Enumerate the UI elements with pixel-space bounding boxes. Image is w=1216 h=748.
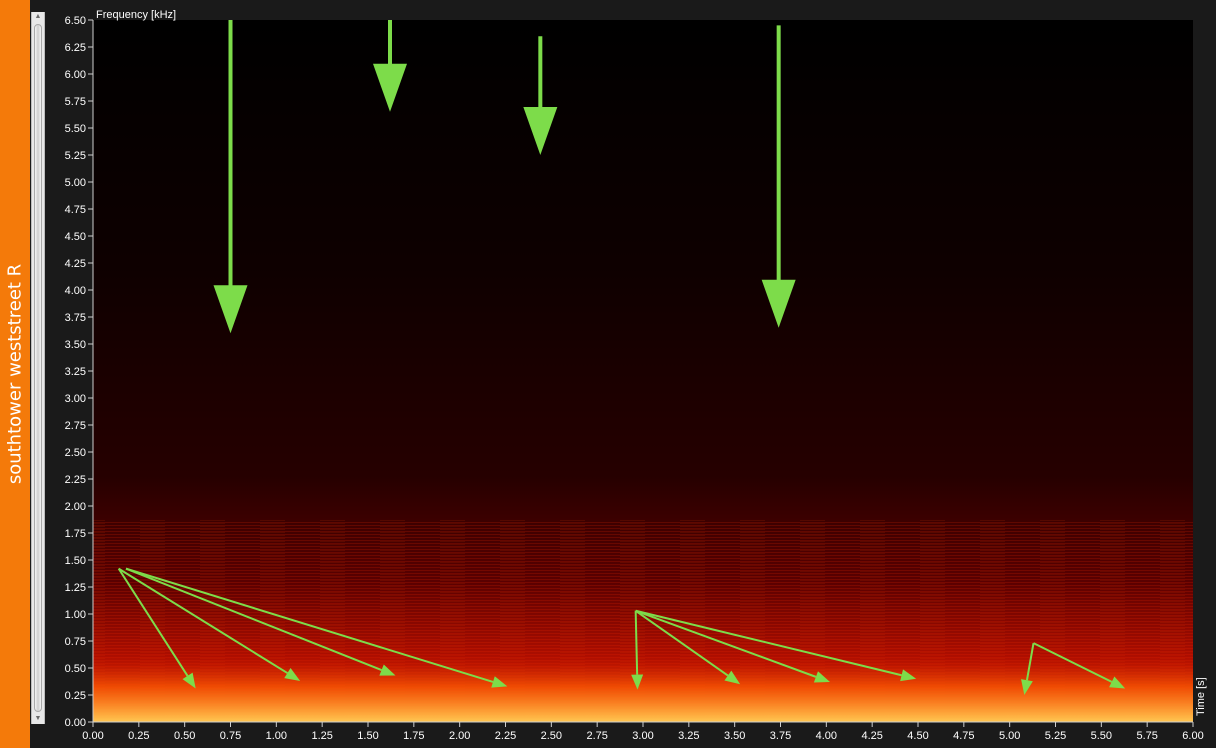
y-tick-label: 2.00 xyxy=(65,501,86,513)
y-tick-label: 1.50 xyxy=(65,555,86,567)
y-tick-label: 5.25 xyxy=(65,150,86,162)
y-tick-label: 2.75 xyxy=(65,420,86,432)
y-tick-label: 0.75 xyxy=(65,636,86,648)
x-tick-label: 0.75 xyxy=(220,730,241,742)
y-tick-label: 3.00 xyxy=(65,393,86,405)
x-tick-label: 5.00 xyxy=(999,730,1020,742)
y-axis: 0.00 0.25 0.50 0.75 1.00 1.25 1.50 1.75 2.00 2.25… xyxy=(65,15,93,729)
x-tick-label: 0.50 xyxy=(174,730,195,742)
x-tick-label: 1.50 xyxy=(357,730,378,742)
y-tick-label: 1.25 xyxy=(65,582,86,594)
y-tick-label: 3.25 xyxy=(65,366,86,378)
x-tick-label: 4.50 xyxy=(907,730,928,742)
x-tick-label: 3.25 xyxy=(678,730,699,742)
y-tick-label: 2.25 xyxy=(65,474,86,486)
x-tick-label: 2.75 xyxy=(586,730,607,742)
x-tick-label: 4.00 xyxy=(816,730,837,742)
x-tick-label: 4.75 xyxy=(953,730,974,742)
y-tick-label: 0.25 xyxy=(65,690,86,702)
y-tick-label: 4.25 xyxy=(65,258,86,270)
y-tick-label: 4.50 xyxy=(65,231,86,243)
y-tick-label: 5.75 xyxy=(65,96,86,108)
y-tick-label: 1.00 xyxy=(65,609,86,621)
x-tick-label: 1.00 xyxy=(266,730,287,742)
y-tick-label: 0.00 xyxy=(65,717,86,729)
x-tick-label: 1.25 xyxy=(311,730,332,742)
x-tick-label: 0.25 xyxy=(128,730,149,742)
x-tick-label: 3.75 xyxy=(770,730,791,742)
x-tick-label: 4.25 xyxy=(861,730,882,742)
x-tick-label: 5.50 xyxy=(1091,730,1112,742)
y-tick-label: 5.50 xyxy=(65,123,86,135)
y-tick-label: 2.50 xyxy=(65,447,86,459)
y-tick-label: 4.00 xyxy=(65,285,86,297)
y-tick-label: 3.50 xyxy=(65,339,86,351)
x-tick-label: 6.00 xyxy=(1182,730,1203,742)
y-tick-label: 4.75 xyxy=(65,204,86,216)
x-tick-label: 3.50 xyxy=(724,730,745,742)
x-tick-label: 2.00 xyxy=(449,730,470,742)
x-axis-title: Time [s] xyxy=(1195,677,1207,716)
x-tick-label: 5.25 xyxy=(1045,730,1066,742)
x-tick-label: 5.75 xyxy=(1136,730,1157,742)
y-tick-label: 5.00 xyxy=(65,177,86,189)
x-tick-label: 2.25 xyxy=(495,730,516,742)
y-tick-label: 6.00 xyxy=(65,69,86,81)
y-tick-label: 6.25 xyxy=(65,42,86,54)
x-tick-label: 2.50 xyxy=(541,730,562,742)
y-tick-label: 0.50 xyxy=(65,663,86,675)
x-tick-label: 1.75 xyxy=(403,730,424,742)
y-tick-label: 3.75 xyxy=(65,312,86,324)
x-axis: 0.00 0.25 0.50 0.75 1.00 1.25 1.50 1.75 2.00 2.25… xyxy=(82,722,1204,742)
spectrogram-chart: 0.00 0.25 0.50 0.75 1.00 1.25 1.50 1.75 2.00 2.25… xyxy=(65,9,1207,742)
x-tick-label: 3.00 xyxy=(632,730,653,742)
y-tick-label: 6.50 xyxy=(65,15,86,27)
y-axis-title: Frequency [kHz] xyxy=(96,9,176,21)
y-tick-label: 1.75 xyxy=(65,528,86,540)
x-tick-label: 0.00 xyxy=(82,730,103,742)
